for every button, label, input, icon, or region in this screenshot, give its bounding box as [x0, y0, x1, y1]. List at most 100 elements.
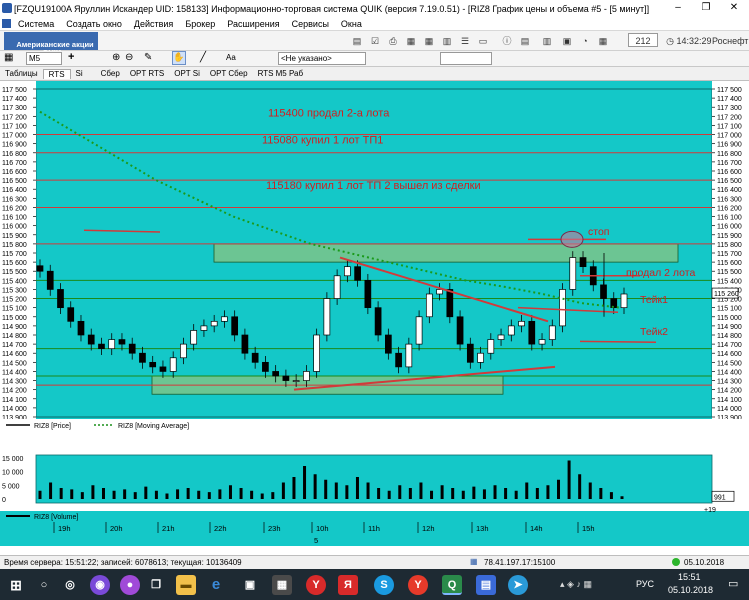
tray-language[interactable]: РУС: [636, 579, 654, 589]
volume-bar: [218, 489, 222, 499]
candle-body: [251, 352, 259, 363]
menu-item-system[interactable]: Система: [12, 19, 60, 29]
menu-item-create-window[interactable]: Создать окно: [60, 19, 128, 29]
yandex-app-icon[interactable]: Y: [408, 575, 428, 595]
y-tick-label-right: 114 300: [717, 379, 742, 386]
candle-body: [518, 320, 525, 327]
text-tool-button[interactable]: Aa: [226, 53, 236, 62]
search-icon[interactable]: ○: [34, 575, 54, 595]
toolbar-chart-icon[interactable]: ▥: [440, 34, 454, 48]
chart-settings-icon[interactable]: ▦: [4, 52, 13, 63]
quik-taskbar-icon[interactable]: Q: [442, 575, 462, 595]
toolbar-orders-icon[interactable]: ▤: [518, 34, 532, 48]
cortana-icon[interactable]: ◎: [60, 575, 80, 595]
y-tick-label-left: 116 000: [2, 224, 27, 231]
toolbar-bars-icon[interactable]: ▦: [596, 34, 610, 48]
toolbar-table-icon[interactable]: ▦: [404, 34, 418, 48]
last-price-tag: 115 260: [714, 291, 739, 298]
y-tick-label-left: 117 500: [2, 87, 27, 94]
y-tick-label-left: 114 300: [2, 379, 27, 386]
assistant-icon[interactable]: ◉: [90, 575, 110, 595]
tab-opt-si[interactable]: OPT Si: [169, 69, 205, 78]
volume-bar: [514, 490, 518, 499]
line-tool-icon[interactable]: ╱: [200, 52, 206, 63]
zoom-out-icon[interactable]: ⊖: [125, 52, 133, 63]
volume-bar: [176, 489, 180, 499]
toolbar-stats-icon[interactable]: ▥: [540, 34, 554, 48]
restore-button[interactable]: ❐: [692, 0, 720, 17]
close-button[interactable]: ✕: [720, 0, 748, 17]
hand-tool-icon[interactable]: ✋: [172, 51, 186, 65]
volume-bar: [292, 477, 296, 499]
candle-body: [210, 320, 218, 327]
toolbar-info-icon[interactable]: ⓘ: [500, 34, 514, 48]
y-tick-label-left: 115 200: [2, 297, 27, 304]
candle-body: [354, 266, 361, 281]
toolbar-pie-icon[interactable]: ◔: [578, 34, 592, 48]
candle-body: [149, 361, 157, 368]
start-icon[interactable]: ⊞: [6, 575, 26, 595]
tab-tables[interactable]: Таблицы: [0, 69, 43, 78]
tab-rts[interactable]: RTS: [42, 68, 71, 79]
toolbar-check-icon[interactable]: ☑: [368, 34, 382, 48]
calculator-icon[interactable]: ▦: [272, 575, 292, 595]
minimize-button[interactable]: –: [664, 0, 692, 17]
tab-rts-m5[interactable]: RTS M5 Раб: [253, 69, 309, 78]
y-tick-label-left: 116 500: [2, 178, 27, 185]
skype-icon[interactable]: S: [374, 575, 394, 595]
notifications-icon[interactable]: ▭: [728, 577, 738, 590]
zoom-in-icon[interactable]: ⊕: [112, 52, 120, 63]
menu-item-extensions[interactable]: Расширения: [221, 19, 285, 29]
toolbar-doc-icon[interactable]: ▤: [350, 34, 364, 48]
tray-time[interactable]: 15:51: [678, 572, 701, 582]
tab-opt-sber[interactable]: OPT Сбер: [205, 69, 253, 78]
yandex-icon[interactable]: Y: [306, 575, 326, 595]
y-tick-label-left: 114 000: [2, 406, 27, 413]
photos-icon[interactable]: ▤: [476, 575, 496, 595]
candle-body: [231, 316, 239, 336]
price-chart-svg[interactable]: 117 500 117 500 117 400 117 400 117 300 117 3…: [0, 81, 749, 546]
tab-opt-rts[interactable]: OPT RTS: [125, 69, 169, 78]
toolbar-list-icon[interactable]: ☰: [458, 34, 472, 48]
tab-si[interactable]: Si: [71, 69, 88, 78]
volume-bar: [271, 492, 275, 499]
candle-body: [487, 339, 495, 354]
y-tick-label-right: 117 000: [717, 133, 742, 140]
candle-body: [528, 320, 536, 345]
server-clock: 14:32:29: [676, 36, 712, 46]
tray-date[interactable]: 05.10.2018: [668, 585, 713, 595]
task-view-icon[interactable]: ❐: [146, 575, 166, 595]
toolbar-window-icon[interactable]: ▭: [476, 34, 490, 48]
status-ok-icon: [672, 558, 680, 566]
toolbar-grid-icon[interactable]: ▦: [422, 34, 436, 48]
price-chart-window[interactable]: 117 500 117 500 117 400 117 400 117 300 117 3…: [0, 81, 749, 546]
volume-bar: [366, 482, 370, 499]
tray-icons[interactable]: ▴ ◈ ♪ ▦: [560, 579, 592, 590]
edge-icon[interactable]: e: [206, 575, 226, 595]
toolbar-news-icon[interactable]: ▣: [560, 34, 574, 48]
y-tick-label-left: 116 600: [2, 169, 27, 176]
menu-item-windows[interactable]: Окна: [335, 19, 368, 29]
explorer-icon[interactable]: ▬: [176, 575, 196, 595]
pencil-icon[interactable]: ✎: [144, 52, 152, 63]
menu-item-actions[interactable]: Действия: [128, 19, 179, 29]
interval-select[interactable]: M5: [26, 52, 62, 65]
telegram-icon[interactable]: ➤: [508, 575, 528, 595]
promo-banner[interactable]: Американские акции теперь в QUIK: [4, 32, 98, 57]
search-input[interactable]: [440, 52, 492, 65]
mic-icon[interactable]: ●: [120, 575, 140, 595]
yandex-browser-icon[interactable]: Я: [338, 575, 358, 595]
menu-item-broker[interactable]: Брокер: [179, 19, 221, 29]
tab-sber[interactable]: Сбер: [96, 69, 125, 78]
crosshair-button[interactable]: +: [68, 51, 74, 63]
account-select[interactable]: <Не указано>: [278, 52, 366, 65]
menu-app-icon[interactable]: [2, 19, 11, 28]
candle-body: [477, 352, 484, 363]
menu-item-services[interactable]: Сервисы: [286, 19, 335, 29]
store-icon[interactable]: ▣: [240, 575, 260, 595]
y-tick-label-left: 117 400: [2, 96, 27, 103]
toolbar-print-icon[interactable]: ⎙: [386, 34, 400, 48]
candle-body: [333, 275, 341, 299]
y-tick-label-left: 115 400: [2, 278, 27, 285]
y-tick-label-left: 116 400: [2, 187, 27, 194]
